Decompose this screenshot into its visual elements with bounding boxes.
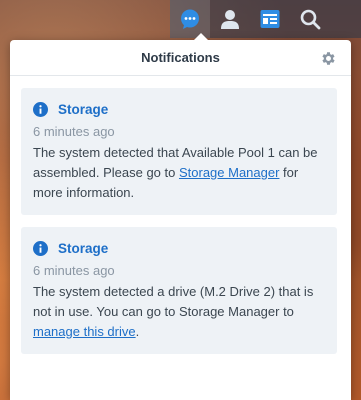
panel-header: Notifications	[10, 40, 351, 76]
panel-title: Notifications	[141, 50, 220, 65]
notification-title: Storage	[58, 241, 109, 256]
notification-time: 6 minutes ago	[33, 124, 115, 139]
widgets-icon	[260, 10, 280, 28]
search-icon	[300, 9, 321, 30]
info-icon	[33, 102, 48, 117]
info-icon	[33, 241, 48, 256]
user-icon	[221, 10, 239, 29]
gear-icon[interactable]	[320, 50, 337, 67]
notifications-icon	[181, 9, 199, 29]
user-button[interactable]	[210, 0, 250, 38]
notification-title: Storage	[58, 102, 109, 117]
search-button[interactable]	[290, 0, 330, 38]
widgets-button[interactable]	[250, 0, 290, 38]
notifications-panel: Notifications Storage 6 minutes ago The …	[10, 33, 351, 400]
notification-text: The system detected a drive (M.2 Drive 2…	[33, 284, 314, 339]
storage-manager-link[interactable]: Storage Manager	[179, 165, 279, 180]
notification-list: Storage 6 minutes ago The system detecte…	[10, 76, 351, 354]
notification-text: The system detected that Available Pool …	[33, 145, 318, 200]
manage-drive-link[interactable]: manage this drive	[33, 324, 136, 339]
notification-item[interactable]: Storage 6 minutes ago The system detecte…	[21, 227, 337, 354]
notification-time: 6 minutes ago	[33, 263, 115, 278]
notification-item[interactable]: Storage 6 minutes ago The system detecte…	[21, 88, 337, 215]
